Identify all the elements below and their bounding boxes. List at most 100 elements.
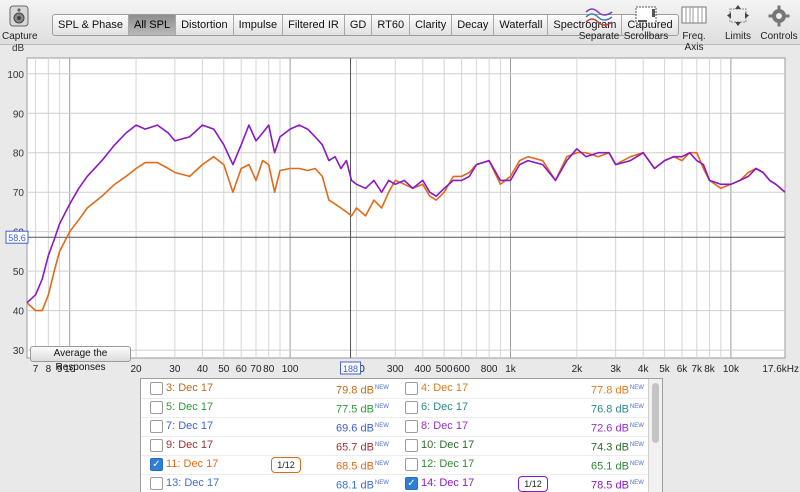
measurement-checkbox[interactable]: ✓ bbox=[150, 458, 163, 471]
legend-item: 12: Dec 17 65.1 dBNEW bbox=[396, 455, 648, 474]
level-value: 65.7 dB bbox=[336, 441, 374, 454]
legend-item: 4: Dec 17 77.8 dBNEW bbox=[396, 379, 648, 398]
measurement-name[interactable]: 13: Dec 17 bbox=[166, 474, 219, 492]
measurement-checkbox[interactable] bbox=[150, 401, 163, 414]
smoothing-badge[interactable]: 1/12 bbox=[271, 457, 301, 473]
measurement-name[interactable]: 6: Dec 17 bbox=[421, 398, 468, 417]
measurement-checkbox[interactable]: ✓ bbox=[405, 477, 418, 490]
tab-distortion[interactable]: Distortion bbox=[176, 15, 234, 35]
x-tick-label: 80 bbox=[263, 364, 275, 375]
x-tick-label: 10k bbox=[723, 364, 740, 375]
legend-item: 3: Dec 17 79.8 dBNEW bbox=[141, 379, 393, 398]
measurement-name[interactable]: 5: Dec 17 bbox=[166, 398, 213, 417]
x-tick-label: 7 bbox=[33, 364, 39, 375]
tab-decay[interactable]: Decay bbox=[452, 15, 495, 35]
x-tick-label: 2k bbox=[572, 364, 584, 375]
tab-filtered-ir[interactable]: Filtered IR bbox=[283, 15, 345, 35]
plot-area bbox=[26, 57, 786, 359]
x-tick-label: 1k bbox=[505, 364, 517, 375]
x-tick-label: 6k bbox=[677, 364, 689, 375]
measurement-legend: 3: Dec 17 79.8 dBNEW 4: Dec 17 77.8 dBNEW 5:… bbox=[140, 378, 663, 492]
x-tick-label: 500 bbox=[436, 364, 453, 375]
separate-curves-icon bbox=[578, 4, 620, 28]
y-tick-label: 70 bbox=[13, 188, 25, 199]
x-tick-label: 17.6kHz bbox=[762, 364, 799, 375]
measurement-checkbox[interactable] bbox=[405, 382, 418, 395]
level-value: 77.5 dB bbox=[336, 403, 374, 416]
level-value: 79.8 dB bbox=[336, 384, 374, 397]
measurement-name[interactable]: 3: Dec 17 bbox=[166, 379, 213, 398]
legend-item: 5: Dec 17 77.5 dBNEW bbox=[141, 398, 393, 417]
toolbar: Capture SPL & Phase All SPL Distortion Impu… bbox=[0, 0, 800, 53]
measurement-name[interactable]: 7: Dec 17 bbox=[166, 417, 213, 436]
speaker-icon bbox=[2, 4, 36, 28]
scrollbars-button[interactable]: Scrollbars bbox=[623, 4, 669, 42]
tab-spl-phase[interactable]: SPL & Phase bbox=[53, 15, 130, 35]
average-responses-button[interactable]: Average the Responses bbox=[30, 346, 131, 373]
x-tick-label: 8 bbox=[46, 364, 52, 375]
x-tick-label: 300 bbox=[387, 364, 404, 375]
capture-button[interactable]: Capture bbox=[2, 4, 38, 42]
level-value: 65.1 dB bbox=[591, 460, 629, 473]
level-value: 72.6 dB bbox=[591, 422, 629, 435]
legend-item: ✓ 14: Dec 17 1/12 78.5 dBNEW bbox=[396, 474, 648, 492]
new-badge: NEW bbox=[629, 404, 644, 410]
x-tick-label: 20 bbox=[130, 364, 142, 375]
tab-clarity[interactable]: Clarity bbox=[410, 15, 453, 35]
tab-rt60[interactable]: RT60 bbox=[372, 15, 411, 35]
legend-row: 7: Dec 17 69.6 dBNEW 8: Dec 17 72.6 dBNEW bbox=[141, 417, 648, 437]
x-tick-label: 800 bbox=[481, 364, 498, 375]
legend-row: 13: Dec 17 68.1 dBNEW ✓ 14: Dec 17 1/12 78.5 … bbox=[141, 474, 648, 492]
measurement-checkbox[interactable] bbox=[150, 420, 163, 433]
legend-scroll-thumb[interactable] bbox=[652, 383, 659, 443]
measurement-level: 68.1 dBNEW bbox=[336, 474, 389, 492]
smoothing-badge[interactable]: 1/12 bbox=[518, 476, 548, 492]
controls-label: Controls bbox=[760, 31, 798, 42]
tab-waterfall[interactable]: Waterfall bbox=[494, 15, 549, 35]
legend-row: 5: Dec 17 77.5 dB NEW 6: Dec 17 76.8 dBNEW bbox=[141, 398, 648, 418]
measurement-checkbox[interactable] bbox=[405, 439, 418, 452]
measurement-name[interactable]: 14: Dec 17 bbox=[421, 474, 474, 492]
y-tick-label: 50 bbox=[13, 267, 25, 278]
legend-row: 9: Dec 17 65.7 dBNEW 10: Dec 17 74.3 dBNEW bbox=[141, 436, 648, 456]
measurement-name[interactable]: 4: Dec 17 bbox=[421, 379, 468, 398]
level-value: 74.3 dB bbox=[591, 441, 629, 454]
tab-gd[interactable]: GD bbox=[345, 15, 373, 35]
level-value: 76.8 dB bbox=[591, 403, 629, 416]
measurement-checkbox[interactable] bbox=[405, 458, 418, 471]
limits-button[interactable]: Limits bbox=[720, 4, 756, 42]
limits-arrows-icon bbox=[720, 4, 756, 28]
new-badge: NEW bbox=[374, 442, 389, 448]
y-tick-label: 100 bbox=[7, 70, 24, 81]
y-axis-label: dB bbox=[12, 44, 25, 54]
scrollbars-label: Scrollbars bbox=[623, 31, 669, 42]
controls-button[interactable]: Controls bbox=[760, 4, 798, 42]
separate-button[interactable]: Separate bbox=[578, 4, 620, 42]
tab-impulse[interactable]: Impulse bbox=[234, 15, 284, 35]
x-tick-label: 70 bbox=[250, 364, 262, 375]
x-tick-label: 5k bbox=[659, 364, 671, 375]
gear-icon bbox=[760, 4, 798, 28]
measurement-name[interactable]: 11: Dec 17 bbox=[166, 455, 218, 474]
measurement-checkbox[interactable] bbox=[405, 401, 418, 414]
measurement-name[interactable]: 9: Dec 17 bbox=[166, 436, 213, 455]
measurement-checkbox[interactable] bbox=[150, 382, 163, 395]
cursor-y-label: 58.6 bbox=[8, 233, 26, 243]
measurement-checkbox[interactable] bbox=[405, 420, 418, 433]
measurement-checkbox[interactable] bbox=[150, 439, 163, 452]
legend-item: 6: Dec 17 76.8 dBNEW bbox=[396, 398, 648, 417]
measurement-name[interactable]: 12: Dec 17 bbox=[421, 455, 474, 474]
freq-axis-icon bbox=[672, 4, 716, 28]
tab-all-spl[interactable]: All SPL bbox=[129, 15, 177, 35]
measurement-name[interactable]: 10: Dec 17 bbox=[421, 436, 474, 455]
new-badge: NEW bbox=[629, 385, 644, 391]
new-badge: NEW bbox=[629, 423, 644, 429]
measurement-checkbox[interactable] bbox=[150, 477, 163, 490]
level-value: 68.5 dB bbox=[336, 460, 374, 473]
spl-chart[interactable]: 30405060708090100dB789102030405060708010… bbox=[0, 44, 800, 379]
level-value: 69.6 dB bbox=[336, 422, 374, 435]
legend-scrollbar[interactable] bbox=[648, 379, 662, 492]
level-value: 68.1 dB bbox=[336, 479, 374, 492]
measurement-name[interactable]: 8: Dec 17 bbox=[421, 417, 468, 436]
spl-chart-svg[interactable]: 30405060708090100dB789102030405060708010… bbox=[0, 44, 800, 379]
